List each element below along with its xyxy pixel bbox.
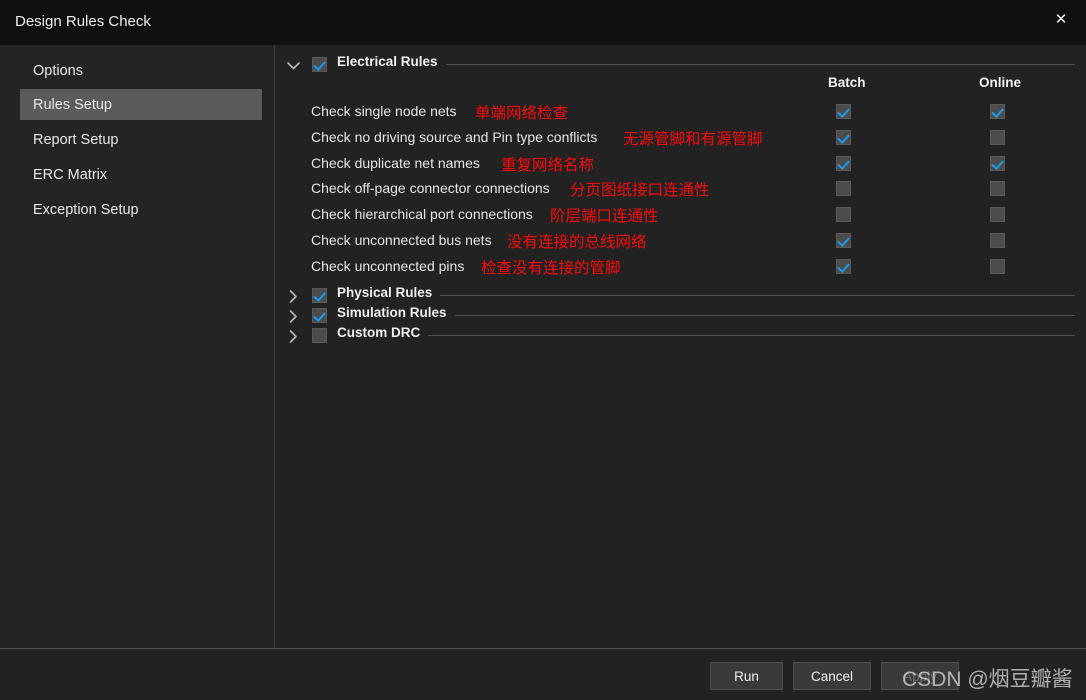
rule-label: Check no driving source and Pin type con…	[311, 128, 598, 145]
group-row-custom-drc[interactable]: Custom DRC	[285, 325, 1075, 346]
rule-annotation: 无源管脚和有源管脚	[623, 130, 763, 148]
sidebar: Options Rules Setup Report Setup ERC Matrix…	[0, 45, 275, 648]
rule-checkbox-batch[interactable]	[836, 104, 851, 119]
sidebar-item-label: Options	[33, 62, 83, 79]
group-divider	[337, 64, 1075, 65]
group-divider	[337, 335, 1075, 336]
chevron-down-icon[interactable]	[285, 57, 302, 74]
sidebar-item-options[interactable]: Options	[20, 55, 262, 86]
sidebar-item-label: Exception Setup	[33, 201, 139, 218]
sidebar-item-rules-setup[interactable]: Rules Setup	[20, 89, 262, 120]
rule-row: Check single node nets 单端网络检查	[285, 101, 1075, 125]
window-title: Design Rules Check	[15, 13, 151, 30]
group-row-electrical-rules[interactable]: Electrical Rules	[285, 54, 1075, 75]
rule-checkbox-batch[interactable]	[836, 181, 851, 197]
rule-annotation: 分页图纸接口连通性	[570, 182, 710, 200]
group-checkbox-simulation-rules[interactable]	[312, 308, 327, 323]
column-header-batch: Batch	[828, 75, 866, 90]
rule-checkbox-batch[interactable]	[836, 233, 851, 248]
group-row-physical-rules[interactable]: Physical Rules	[285, 285, 1075, 306]
rule-label: Check single node nets	[311, 103, 457, 119]
rule-label: Check duplicate net names	[311, 154, 480, 171]
title-bar: Design Rules Check ✕	[0, 0, 1086, 45]
rule-label: Check unconnected bus nets	[311, 232, 492, 248]
close-icon[interactable]: ✕	[1042, 4, 1080, 34]
chevron-right-icon[interactable]	[285, 308, 302, 325]
rule-annotation: 单端网络检查	[475, 105, 569, 122]
rule-checkbox-online[interactable]	[990, 233, 1005, 248]
column-header-online: Online	[979, 75, 1022, 90]
rule-row: Check duplicate net names 重复网络名称	[285, 153, 1075, 177]
rule-checkbox-batch[interactable]	[836, 155, 851, 171]
rule-checkbox-batch[interactable]	[836, 207, 851, 223]
rule-row: Check unconnected pins 检查没有连接的管脚	[285, 256, 1075, 280]
rule-label: Check hierarchical port connections	[311, 206, 533, 223]
rule-annotation: 没有连接的总线网络	[507, 234, 647, 251]
chevron-right-icon[interactable]	[285, 328, 302, 345]
sidebar-item-report-setup[interactable]: Report Setup	[20, 124, 262, 155]
group-checkbox-custom-drc[interactable]	[312, 328, 327, 343]
group-label: Custom DRC	[337, 325, 429, 340]
cancel-button[interactable]: Cancel	[793, 662, 871, 690]
rule-annotation: 重复网络名称	[501, 156, 595, 174]
rule-checkbox-online[interactable]	[990, 129, 1005, 145]
group-checkbox-electrical-rules[interactable]	[312, 57, 327, 72]
sidebar-item-label: ERC Matrix	[33, 166, 108, 183]
rule-checkbox-batch[interactable]	[836, 129, 851, 145]
rule-row: Check unconnected bus nets 没有连接的总线网络	[285, 230, 1075, 254]
group-label: Physical Rules	[337, 285, 441, 300]
chevron-right-icon[interactable]	[285, 288, 302, 305]
rule-annotation: 检查没有连接的管脚	[481, 259, 621, 277]
footer-bar: Run Cancel Apply	[0, 648, 1086, 700]
rule-row: Check hierarchical port connections 阶层端口连…	[285, 204, 1075, 228]
rule-checkbox-online[interactable]	[990, 181, 1005, 197]
sidebar-item-label: Rules Setup	[33, 96, 112, 113]
rule-checkbox-online[interactable]	[990, 207, 1005, 223]
group-label: Electrical Rules	[337, 54, 446, 69]
rule-row: Check no driving source and Pin type con…	[285, 127, 1075, 151]
rule-label: Check unconnected pins	[311, 257, 465, 274]
rule-row: Check off-page connector connections 分页图纸…	[285, 178, 1075, 202]
rule-annotation: 阶层端口连通性	[550, 208, 659, 226]
rule-label: Check off-page connector connections	[311, 180, 550, 197]
run-button[interactable]: Run	[710, 662, 783, 690]
group-row-simulation-rules[interactable]: Simulation Rules	[285, 305, 1075, 326]
apply-button: Apply	[881, 662, 959, 690]
group-label: Simulation Rules	[337, 305, 455, 320]
rule-checkbox-online[interactable]	[990, 104, 1005, 119]
sidebar-item-exception-setup[interactable]: Exception Setup	[20, 194, 262, 225]
rule-checkbox-online[interactable]	[990, 258, 1005, 274]
group-checkbox-physical-rules[interactable]	[312, 288, 327, 303]
rule-checkbox-online[interactable]	[990, 155, 1005, 171]
sidebar-item-label: Report Setup	[33, 131, 119, 148]
group-divider	[337, 295, 1075, 296]
rule-checkbox-batch[interactable]	[836, 258, 851, 274]
sidebar-item-erc-matrix[interactable]: ERC Matrix	[20, 159, 262, 190]
